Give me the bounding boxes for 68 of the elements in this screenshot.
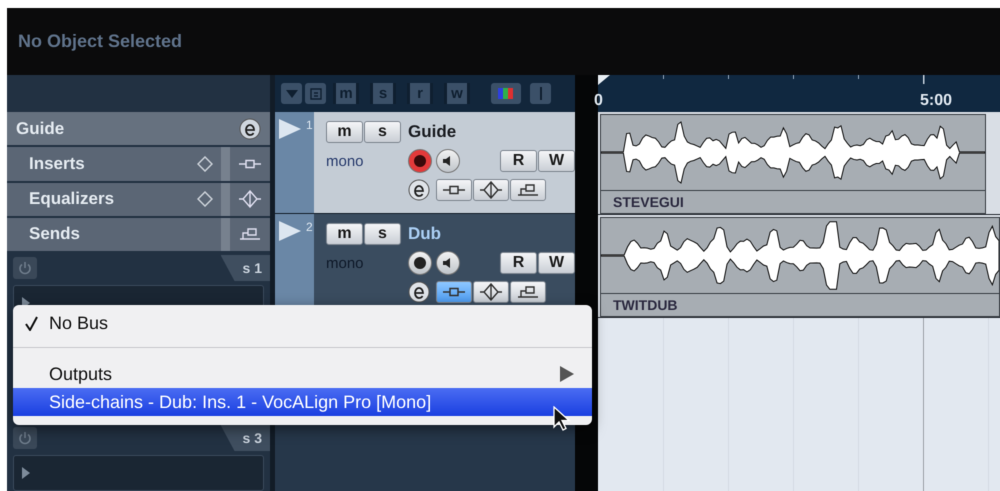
list-icon xyxy=(310,88,322,100)
track-number: 2 xyxy=(306,220,313,234)
audio-clip[interactable]: TWITDUB xyxy=(600,217,1000,317)
edit-icon[interactable] xyxy=(408,179,430,201)
color-bars-icon xyxy=(496,87,516,100)
send-icon xyxy=(517,285,539,299)
mute-button[interactable]: m xyxy=(326,121,363,143)
monitor-button[interactable] xyxy=(436,149,460,173)
record-button[interactable] xyxy=(408,251,432,275)
bar-icon xyxy=(538,87,542,100)
insert-icon xyxy=(443,287,465,297)
solo-button[interactable]: s xyxy=(364,223,401,245)
write-button[interactable]: W xyxy=(538,252,575,274)
channel-mode: mono xyxy=(326,152,365,170)
send-tab[interactable]: s 1 xyxy=(220,255,270,281)
equalizer-icon xyxy=(239,190,261,208)
ruler-label: 5:00 xyxy=(920,92,952,110)
audio-clip[interactable]: STEVEGUI xyxy=(600,114,986,214)
equalizer-icon xyxy=(480,181,502,199)
sends-button[interactable] xyxy=(510,281,546,303)
menu-item[interactable]: Side-chains - Dub: Ins. 1 - VocALign Pro [Mono] xyxy=(13,388,592,416)
power-icon xyxy=(18,261,32,275)
read-button[interactable]: R xyxy=(500,150,537,172)
power-button[interactable] xyxy=(13,427,37,449)
diamond-icon xyxy=(197,156,213,172)
record-icon xyxy=(414,257,426,269)
track-header[interactable]: 1 m s Guide mono R W xyxy=(275,112,575,214)
inspector-section[interactable]: Sends xyxy=(7,218,270,251)
sends-button[interactable] xyxy=(510,179,546,201)
track-number: 1 xyxy=(306,118,313,132)
insert-icon xyxy=(443,185,465,195)
section-label: Inserts xyxy=(28,154,86,174)
cursor-icon xyxy=(553,406,571,432)
inspector-section[interactable]: Equalizers xyxy=(7,182,270,216)
write-button[interactable]: W xyxy=(538,150,575,172)
monitor-button[interactable] xyxy=(436,251,460,275)
section-label: Sends xyxy=(28,224,82,244)
inserts-button[interactable] xyxy=(436,179,472,201)
edit-icon[interactable] xyxy=(408,281,430,303)
send-icon xyxy=(239,227,261,242)
menu-item[interactable]: Outputs xyxy=(13,360,592,388)
window-title: No Object Selected xyxy=(18,31,182,52)
inspector-section[interactable]: Inserts xyxy=(7,147,270,180)
power-icon xyxy=(18,431,32,445)
track-name: Guide xyxy=(408,122,458,142)
clip-name: STEVEGUI xyxy=(601,190,985,213)
equalizer-icon xyxy=(480,283,502,301)
read-button[interactable]: R xyxy=(500,252,537,274)
eq-button[interactable] xyxy=(473,179,509,201)
inspector-track-header[interactable]: Guide xyxy=(7,112,270,146)
inserts-button[interactable] xyxy=(436,281,472,303)
send-tab[interactable]: s 3 xyxy=(220,425,270,451)
track-name: Dub xyxy=(408,224,442,244)
eq-button[interactable] xyxy=(473,281,509,303)
edit-icon[interactable] xyxy=(239,118,261,140)
insert-icon xyxy=(239,158,261,169)
solo-button[interactable]: s xyxy=(364,121,401,143)
record-button[interactable] xyxy=(408,149,432,173)
mute-button[interactable]: m xyxy=(326,223,363,245)
power-button[interactable] xyxy=(13,257,37,279)
section-label: Equalizers xyxy=(28,189,116,210)
send-icon xyxy=(517,183,539,197)
clip-name: TWITDUB xyxy=(601,293,999,316)
record-icon xyxy=(414,155,426,167)
caret-icon xyxy=(286,90,298,98)
track-name: Guide xyxy=(15,118,66,139)
diamond-icon xyxy=(197,191,213,208)
color-button[interactable] xyxy=(491,83,521,104)
